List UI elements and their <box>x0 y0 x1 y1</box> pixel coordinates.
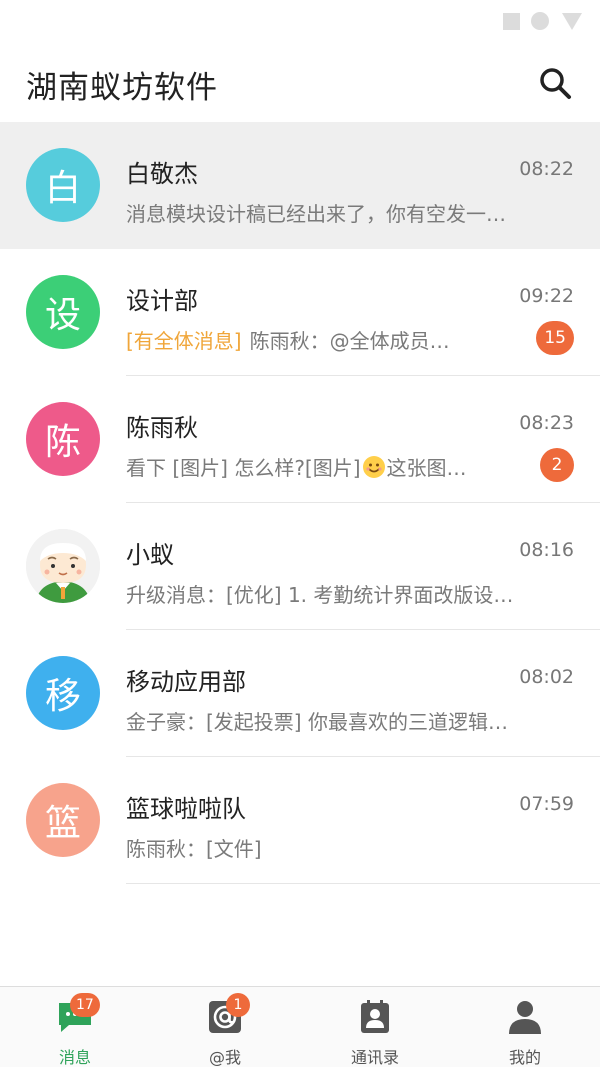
conversation-time: 08:02 <box>519 666 574 688</box>
conversation-item[interactable]: 移 移动应用部 08:02 金子豪：[发起投票] 你最喜欢的三道逻辑… <box>0 630 600 757</box>
tab-me[interactable]: 我的 <box>450 987 600 1067</box>
unread-badge: 2 <box>540 448 574 482</box>
avatar: 白 <box>26 148 100 222</box>
conversation-time: 07:59 <box>519 793 574 815</box>
bot-avatar <box>26 529 100 603</box>
conversation-preview: [有全体消息] 陈雨秋：@全体成员… <box>126 325 526 354</box>
conversation-name: 小蚁 <box>126 541 174 569</box>
status-square-icon <box>503 13 520 30</box>
search-icon <box>540 68 571 99</box>
conversation-name: 移动应用部 <box>126 668 246 696</box>
conversation-item[interactable]: 白 白敬杰 08:22 消息模块设计稿已经出来了，你有空发一… <box>0 122 600 249</box>
avatar: 陈 <box>26 402 100 476</box>
conversation-name: 白敬杰 <box>126 160 198 188</box>
avatar: 设 <box>26 275 100 349</box>
conversation-time: 09:22 <box>519 285 574 307</box>
conversation-name: 陈雨秋 <box>126 414 198 442</box>
conversation-preview: 升级消息：[优化] 1. 考勤统计界面改版设… <box>126 583 514 607</box>
conversation-time: 08:16 <box>519 539 574 561</box>
status-circle-icon <box>531 12 549 30</box>
bottom-nav: 17 消息 1 @我 通讯录 我的 <box>0 986 600 1067</box>
contacts-icon <box>361 1000 389 1033</box>
tab-badge: 1 <box>226 993 250 1017</box>
preview-text: 看下 [图片] 怎么样?[图片] <box>126 456 361 480</box>
tab-badge: 17 <box>70 993 100 1017</box>
conversation-name: 篮球啦啦队 <box>126 795 246 823</box>
preview-text: 陈雨秋：@全体成员… <box>249 329 450 353</box>
preview-text: 这张图… <box>386 456 467 480</box>
conversation-item[interactable]: 陈 陈雨秋 08:23 看下 [图片] 怎么样?[图片] 这张图… 2 <box>0 376 600 503</box>
tab-contacts[interactable]: 通讯录 <box>300 987 450 1067</box>
person-icon <box>509 1001 541 1034</box>
conversation-name: 设计部 <box>126 287 198 315</box>
all-members-tag: [有全体消息] <box>126 329 242 353</box>
smile-emoji-icon <box>362 456 385 478</box>
conversation-preview: 消息模块设计稿已经出来了，你有空发一… <box>126 202 506 226</box>
conversation-preview: 陈雨秋：[文件] <box>126 837 262 861</box>
conversation-item[interactable]: 设 设计部 09:22 [有全体消息] 陈雨秋：@全体成员… 15 <box>0 249 600 376</box>
divider <box>126 883 600 884</box>
ant-mascot-icon <box>26 529 100 603</box>
unread-badge: 15 <box>536 321 574 355</box>
conversation-time: 08:23 <box>519 412 574 434</box>
status-bar <box>0 0 600 40</box>
tab-label: 消息 <box>58 1048 91 1067</box>
tab-label: @我 <box>208 1048 241 1067</box>
conversation-item[interactable]: 篮 篮球啦啦队 07:59 陈雨秋：[文件] <box>0 757 600 884</box>
conversation-item[interactable]: 小蚁 08:16 升级消息：[优化] 1. 考勤统计界面改版设… <box>0 503 600 630</box>
tab-label: 通讯录 <box>350 1048 399 1067</box>
app-header: 湖南蚁坊软件 <box>0 40 600 122</box>
tab-label: 我的 <box>508 1048 541 1067</box>
search-button[interactable] <box>536 64 576 104</box>
avatar: 移 <box>26 656 100 730</box>
tab-messages[interactable]: 17 消息 <box>0 987 150 1067</box>
conversation-list: 白 白敬杰 08:22 消息模块设计稿已经出来了，你有空发一… 设 设计部 09… <box>0 122 600 884</box>
conversation-preview: 看下 [图片] 怎么样?[图片] 这张图… <box>126 452 526 481</box>
tab-at-me[interactable]: 1 @我 <box>150 987 300 1067</box>
status-triangle-icon <box>562 13 582 30</box>
conversation-time: 08:22 <box>519 158 574 180</box>
page-title: 湖南蚁坊软件 <box>26 70 218 106</box>
conversation-preview: 金子豪：[发起投票] 你最喜欢的三道逻辑… <box>126 710 508 734</box>
avatar: 篮 <box>26 783 100 857</box>
